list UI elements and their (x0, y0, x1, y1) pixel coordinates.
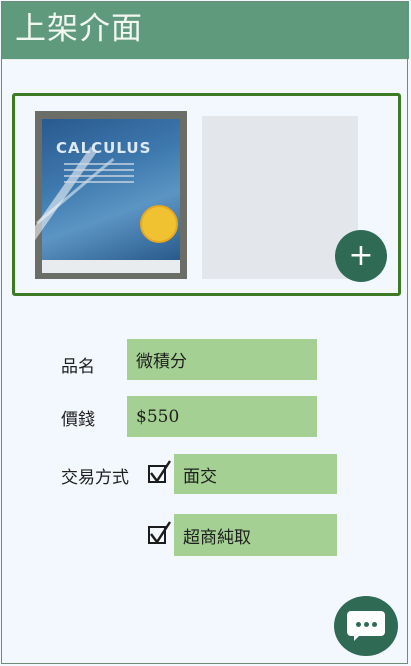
store-pickup-option[interactable]: 超商純取 (174, 514, 337, 556)
plus-icon: + (348, 238, 374, 273)
name-label: 品名 (61, 357, 95, 377)
chat-dot (372, 622, 377, 627)
chat-bubble-tail (354, 634, 361, 641)
chat-dot (364, 622, 369, 627)
book-cover: CALCULUS (35, 119, 180, 273)
price-label: 價錢 (61, 410, 95, 430)
book-cover-sticker (140, 205, 178, 243)
face-to-face-option[interactable]: 面交 (174, 454, 337, 494)
book-cover-band (42, 260, 180, 273)
chat-bubble-icon (347, 611, 385, 636)
app-header: 上架介面 (1, 1, 409, 60)
store-pickup-checkbox[interactable] (148, 521, 172, 545)
name-field[interactable]: 微積分 (127, 339, 317, 380)
add-photo-button[interactable]: + (335, 230, 387, 282)
chat-button[interactable] (334, 596, 398, 656)
chat-dot (356, 622, 361, 627)
book-photo[interactable]: CALCULUS (35, 111, 187, 279)
face-to-face-checkbox[interactable] (148, 460, 172, 484)
photo-panel: CALCULUS + (12, 93, 401, 296)
book-cover-title: CALCULUS (56, 139, 152, 157)
price-field[interactable]: $550 (127, 396, 317, 437)
checkmark-icon (150, 460, 172, 484)
book-cover-authors (64, 163, 134, 187)
trade-method-label: 交易方式 (61, 468, 129, 488)
page-title: 上架介面 (15, 11, 143, 47)
checkmark-icon (150, 521, 172, 545)
